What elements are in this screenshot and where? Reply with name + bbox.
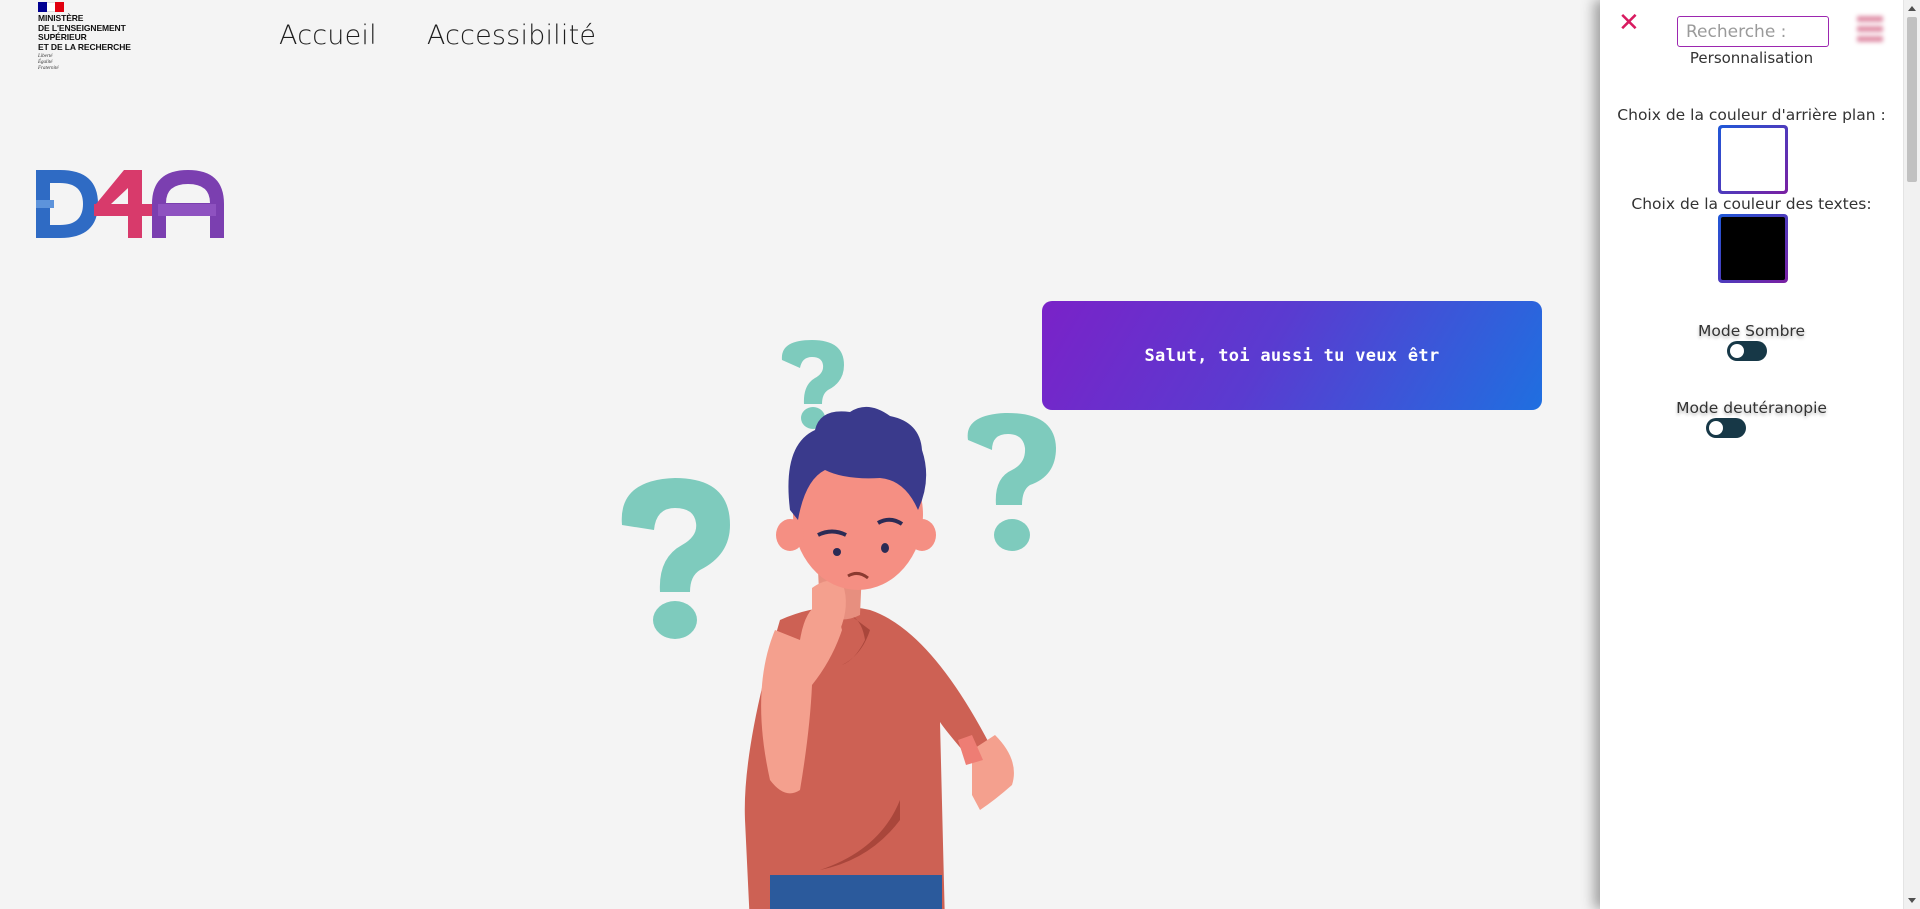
dark-mode-label: Mode Sombre: [1698, 322, 1805, 340]
main-nav: Accueil Accessibilité: [279, 20, 596, 51]
menu-icon[interactable]: [1857, 16, 1883, 46]
nav-link-accueil[interactable]: Accueil: [279, 20, 377, 51]
deuteranopia-toggle[interactable]: [1706, 418, 1746, 438]
thinking-person-illustration: [621, 340, 1056, 909]
bg-color-label: Choix de la couleur d'arrière plan :: [1617, 106, 1886, 124]
nav-link-accessibilite[interactable]: Accessibilité: [427, 20, 596, 51]
text-color-label: Choix de la couleur des textes:: [1631, 195, 1872, 213]
scroll-thumb[interactable]: [1907, 17, 1917, 182]
bg-color-swatch: [1721, 128, 1785, 191]
scroll-up-icon[interactable]: [1908, 6, 1916, 11]
greeting-bubble: Salut, toi aussi tu veux êtr: [1042, 301, 1542, 410]
text-color-swatch: [1721, 217, 1785, 280]
panel-subtitle: Personnalisation: [1689, 49, 1814, 67]
search-input[interactable]: [1677, 16, 1829, 47]
french-flag-icon: [38, 2, 65, 12]
close-icon[interactable]: ✕: [1618, 10, 1640, 36]
vertical-scrollbar[interactable]: [1903, 0, 1920, 909]
scroll-down-icon[interactable]: [1908, 898, 1916, 903]
ministry-name: MINISTÈRE DE L'ENSEIGNEMENT SUPÉRIEUR ET…: [38, 13, 131, 52]
ministry-motto: Liberté Égalité Fraternité: [38, 54, 59, 71]
toggle-knob: [1709, 421, 1723, 435]
accessibility-panel: ✕ Personnalisation Choix de la couleur d…: [1600, 0, 1903, 909]
text-color-picker[interactable]: [1718, 214, 1788, 283]
greeting-text: Salut, toi aussi tu veux êtr: [1144, 345, 1440, 366]
ministry-logo[interactable]: MINISTÈRE DE L'ENSEIGNEMENT SUPÉRIEUR ET…: [38, 2, 148, 72]
dark-mode-toggle[interactable]: [1727, 341, 1767, 361]
d4a-logo[interactable]: [36, 170, 226, 238]
deuteranopia-label: Mode deutéranopie: [1676, 399, 1827, 417]
toggle-knob: [1730, 344, 1744, 358]
bg-color-picker[interactable]: [1718, 125, 1788, 194]
